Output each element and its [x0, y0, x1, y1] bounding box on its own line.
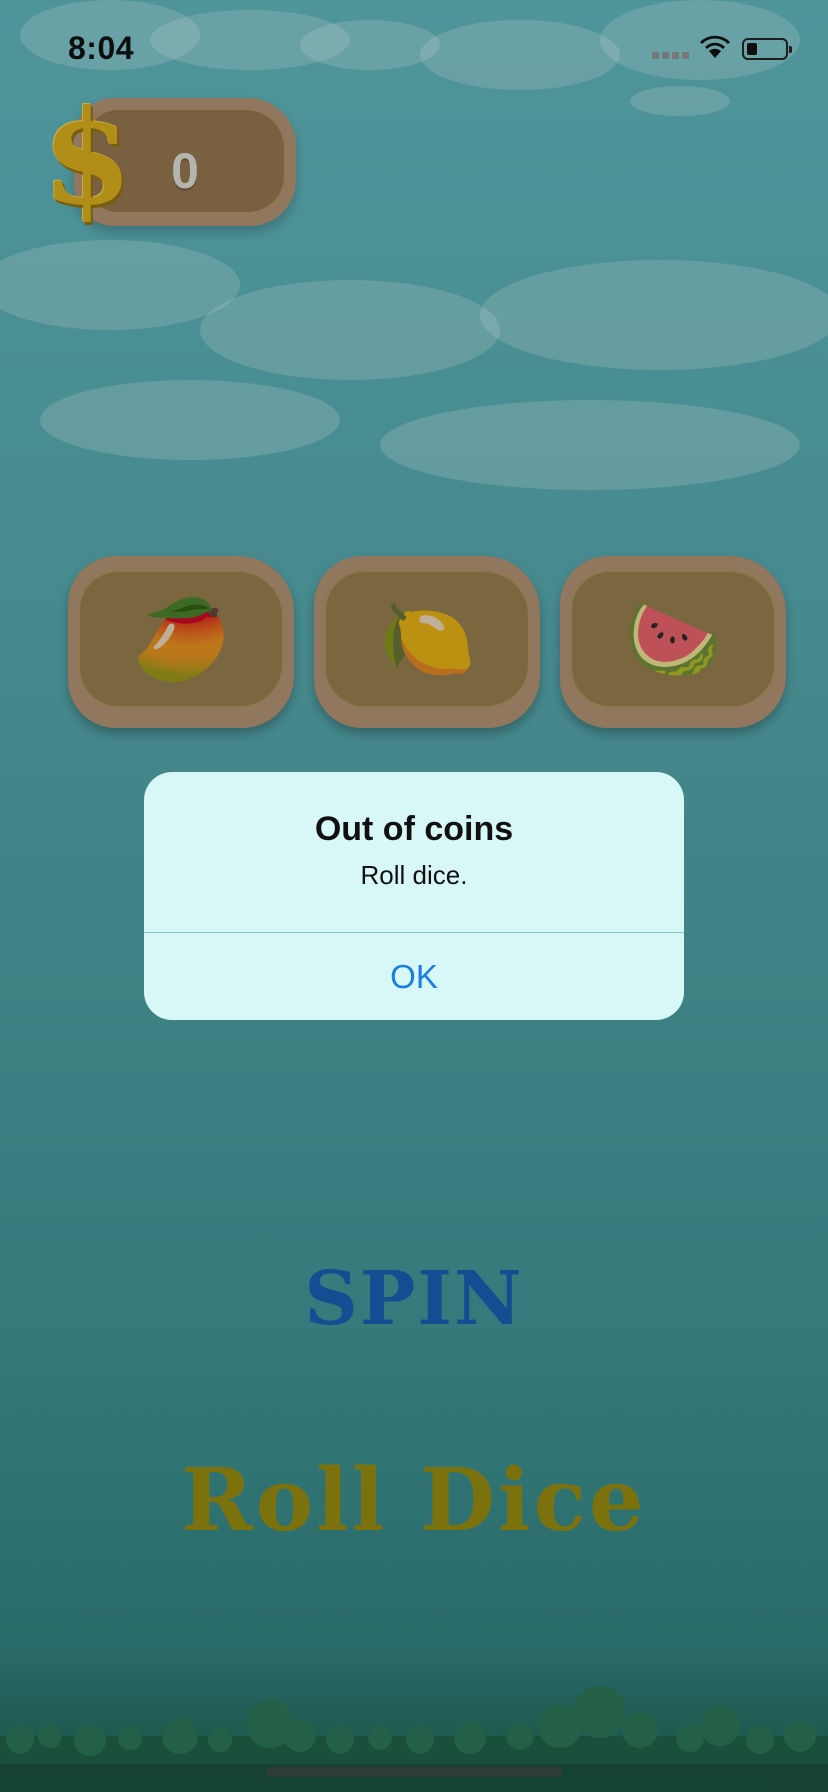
alert-message: Roll dice.	[360, 860, 468, 890]
alert-dialog: Out of coins Roll dice. OK	[144, 772, 684, 1020]
home-indicator[interactable]	[266, 1767, 562, 1777]
ok-button[interactable]: OK	[144, 933, 684, 1020]
alert-title: Out of coins	[314, 810, 514, 848]
